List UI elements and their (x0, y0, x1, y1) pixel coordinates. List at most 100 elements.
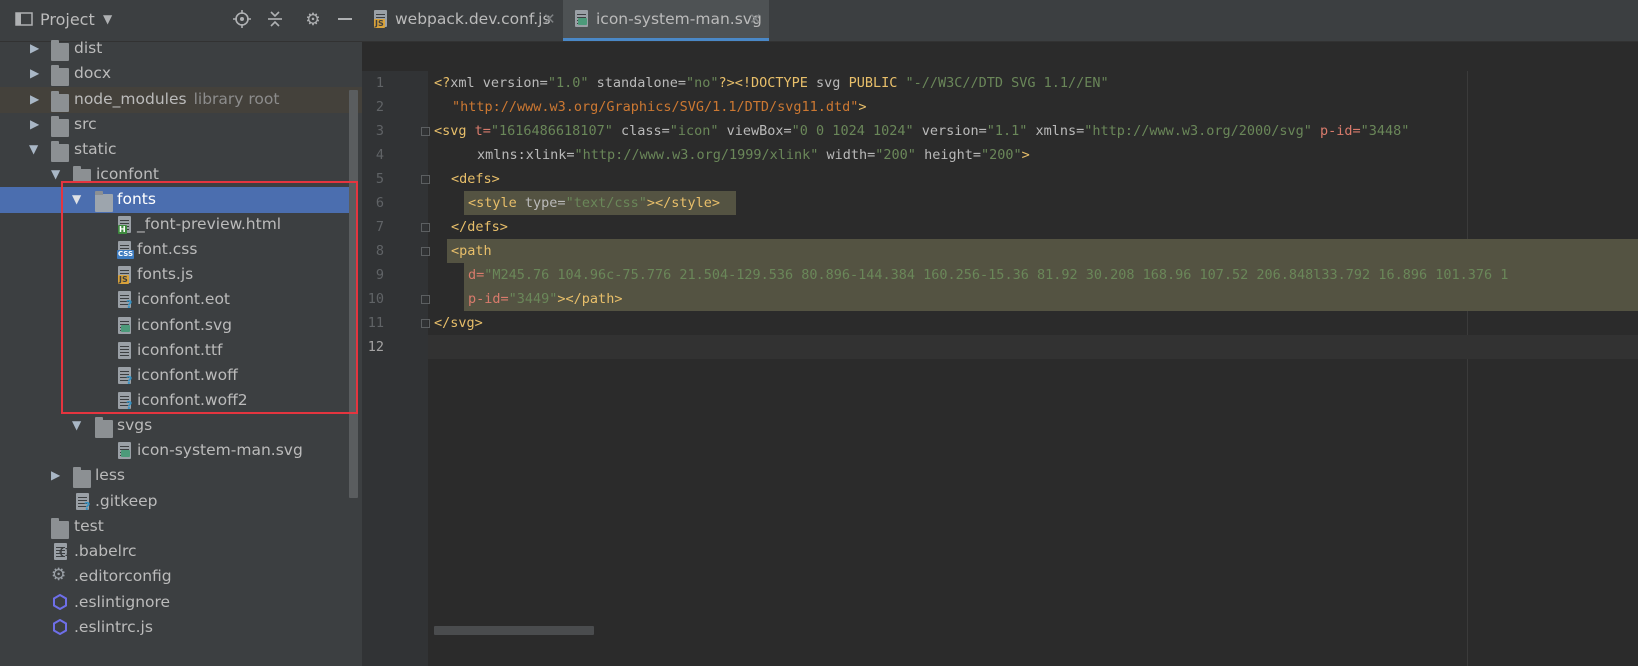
expand-arrow-icon[interactable]: ▶ (51, 468, 60, 482)
folder-icon (51, 91, 69, 112)
project-view-icon[interactable] (14, 10, 34, 30)
gear-icon[interactable]: ⚙ (303, 10, 323, 30)
collapse-all-icon[interactable] (265, 10, 285, 30)
expand-arrow-icon[interactable]: ▶ (30, 41, 39, 55)
tree-item-iconfont-svg[interactable]: iconfont.svg (0, 313, 370, 339)
tree-item-svgs[interactable]: ▼ svgs (0, 413, 370, 439)
folder-icon (51, 141, 69, 162)
project-panel-title[interactable]: Project (40, 10, 95, 29)
tree-item-babelrc[interactable]: {} .babelrc (0, 539, 370, 565)
js-badge: JS (118, 275, 129, 284)
locate-file-icon[interactable] (232, 10, 252, 30)
tree-item-label: src (74, 115, 97, 133)
folder-icon (51, 518, 69, 539)
line-number: 2 (375, 99, 384, 115)
tree-item-docx[interactable]: ▶ docx (0, 61, 370, 87)
collapse-arrow-icon[interactable]: ▼ (72, 192, 81, 206)
tree-item-iconfont[interactable]: ▼ iconfont (0, 162, 370, 182)
minimize-icon[interactable] (335, 10, 355, 30)
tree-item-label: fonts (117, 190, 156, 208)
close-icon[interactable]: ✕ (543, 10, 556, 28)
expand-arrow-icon[interactable]: ▶ (30, 117, 39, 131)
tree-item-iconfont-woff2[interactable]: ? iconfont.woff2 (0, 388, 370, 414)
fold-marker-icon[interactable] (421, 175, 430, 184)
line-number: 9 (375, 267, 384, 283)
tree-item-fonts-js[interactable]: JS fonts.js (0, 262, 370, 288)
unknown-file-icon: ? (118, 367, 136, 387)
tree-item-label: svgs (117, 416, 153, 434)
unknown-file-icon: ? (76, 493, 94, 513)
fold-marker-icon[interactable] (421, 247, 430, 256)
tree-item-static[interactable]: ▼ static (0, 137, 370, 163)
tree-item-eslintignore[interactable]: .eslintignore (0, 590, 370, 616)
current-line-highlight (428, 335, 1638, 359)
folder-icon (51, 65, 69, 86)
tag-highlight-path (447, 239, 1638, 263)
tree-item-font-preview[interactable]: H _font-preview.html (0, 212, 370, 238)
js-badge: JS (374, 19, 385, 28)
line-number: 7 (375, 219, 384, 235)
tree-item-test[interactable]: test (0, 514, 370, 540)
line-number: 12 (367, 339, 384, 355)
tree-item-label: .eslintrc.js (74, 618, 153, 636)
expand-arrow-icon[interactable]: ▶ (30, 66, 39, 80)
svg-file-icon (118, 317, 136, 335)
tree-item-label: iconfont.woff (137, 366, 238, 384)
code-line-2: "http://www.w3.org/Graphics/SVG/1.1/DTD/… (452, 99, 867, 115)
css-file-icon: CSS (117, 241, 136, 259)
folder-icon (51, 40, 69, 61)
line-number: 3 (375, 123, 384, 139)
tree-item-label: fonts.js (137, 265, 194, 283)
tree-item-label: dist (74, 39, 103, 57)
tree-item-font-css[interactable]: CSS font.css (0, 237, 370, 263)
tree-item-label: icon-system-man.svg (137, 441, 303, 459)
code-line-9: d="M245.76 104.96c-75.776 21.504-129.536… (468, 267, 1509, 283)
tree-item-gitkeep[interactable]: ? .gitkeep (0, 489, 370, 515)
tree-item-dist[interactable]: ▶ dist (0, 37, 370, 62)
tree-item-label: iconfont.ttf (137, 341, 223, 359)
tree-item-label: .babelrc (74, 542, 137, 560)
editor-horizontal-scrollbar[interactable] (434, 626, 594, 635)
expand-arrow-icon[interactable]: ▶ (30, 92, 39, 106)
collapse-arrow-icon[interactable]: ▼ (29, 142, 38, 156)
fold-marker-icon[interactable] (421, 223, 430, 232)
fold-marker-icon[interactable] (421, 319, 430, 328)
eslint-icon (52, 593, 70, 612)
unknown-file-icon: ? (118, 392, 136, 412)
html-file-icon: H (118, 216, 136, 234)
tree-item-label: iconfont.eot (137, 290, 230, 308)
tree-item-label: node_modules (74, 90, 187, 108)
html-badge: H (118, 225, 127, 234)
tree-item-eslintrc[interactable]: .eslintrc.js (0, 615, 370, 641)
tab-webpack-dev-conf[interactable]: JS webpack.dev.conf.js ✕ (362, 0, 562, 38)
code-line-3: <svg t="1616486618107" class="icon" view… (434, 123, 1410, 139)
folder-icon (95, 417, 113, 438)
collapse-arrow-icon[interactable]: ▼ (72, 418, 81, 432)
tree-item-icon-system-man[interactable]: icon-system-man.svg (0, 438, 370, 464)
project-tree: ▶ dist ▶ docx ▶ node_modules library root… (0, 37, 370, 666)
chevron-down-icon[interactable]: ▼ (103, 12, 112, 26)
tree-item-iconfont-woff[interactable]: ? iconfont.woff (0, 363, 370, 389)
editor-breadcrumb-area (362, 42, 1638, 71)
tree-item-less[interactable]: ▶ less (0, 463, 370, 489)
tree-item-label: .editorconfig (74, 567, 172, 585)
close-icon[interactable]: ✕ (749, 10, 762, 28)
tree-item-iconfont-ttf[interactable]: iconfont.ttf (0, 338, 370, 364)
line-number: 4 (375, 147, 384, 163)
tree-item-src[interactable]: ▶ src (0, 112, 370, 138)
folder-icon (73, 166, 91, 182)
tree-item-iconfont-eot[interactable]: ? iconfont.eot (0, 287, 370, 313)
fold-marker-icon[interactable] (421, 295, 430, 304)
folder-icon (95, 191, 113, 212)
tree-item-fonts[interactable]: ▼ fonts (0, 187, 350, 213)
line-number: 8 (375, 243, 384, 259)
tab-icon-system-man[interactable]: icon-system-man.svg ✕ (563, 0, 769, 41)
fold-marker-icon[interactable] (421, 127, 430, 136)
tab-label: webpack.dev.conf.js (395, 10, 551, 28)
tree-item-editorconfig[interactable]: ⚙ .editorconfig (0, 564, 370, 590)
tree-item-node-modules[interactable]: ▶ node_modules library root (0, 87, 370, 113)
collapse-arrow-icon[interactable]: ▼ (51, 167, 60, 181)
tree-item-label: font.css (137, 240, 198, 258)
tree-scrollbar[interactable] (349, 90, 358, 498)
code-line-4: xmlns:xlink="http://www.w3.org/1999/xlin… (477, 147, 1030, 163)
